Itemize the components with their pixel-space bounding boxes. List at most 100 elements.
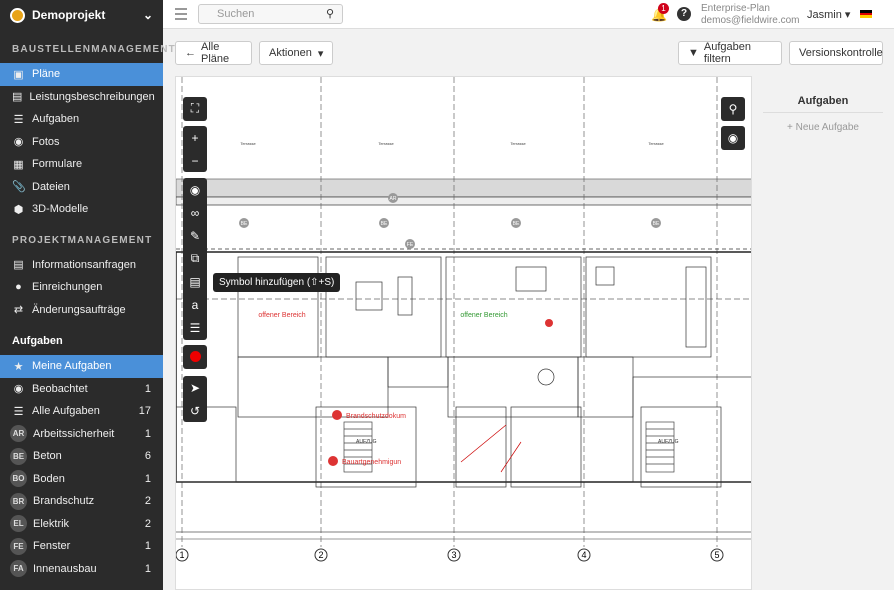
category-badge: EL: [10, 515, 27, 533]
copy-icon[interactable]: ⧉: [183, 247, 207, 270]
text-icon[interactable]: a: [183, 293, 207, 316]
new-task-button[interactable]: + Neue Aufgabe: [763, 113, 883, 133]
filter-tasks-button[interactable]: ▼ Aufgaben filtern: [678, 41, 782, 65]
sidebar-item-label: Dateien: [32, 180, 70, 193]
plan-canvas[interactable]: 1 2 3 4 5 Terrasse Terrasse Terrasse Ter…: [175, 76, 752, 590]
search-input[interactable]: Suchen ⚲: [198, 4, 343, 24]
sidebar-item[interactable]: ▤ Leistungsbeschreibungen: [0, 86, 163, 109]
camera-marker-icon[interactable]: [545, 319, 553, 327]
category-count: 2: [144, 517, 151, 530]
draw-tools: ◉ ∞ ✎ ⧉ ▤ a ☰: [183, 178, 207, 340]
zoom-out-icon[interactable]: −: [183, 149, 207, 172]
german-flag-icon[interactable]: [860, 10, 872, 18]
version-control-button[interactable]: Versionskontrolle: [789, 41, 883, 65]
section-baustellenmanagement: BAUSTELLENMANAGEMENT: [12, 44, 176, 55]
sidebar-item[interactable]: ▤ Informationsanfragen: [0, 254, 163, 277]
task-marker-icon[interactable]: [332, 410, 342, 420]
axis-label: 2: [318, 550, 323, 560]
pin-icon[interactable]: ◉: [183, 178, 207, 201]
user-email: demos@fieldwire.com: [701, 15, 800, 26]
axis-label: 4: [581, 550, 586, 560]
category-item[interactable]: BO Boden 1: [0, 468, 163, 491]
category-item[interactable]: FA Innenausbau 1: [0, 558, 163, 581]
zoom-in-icon[interactable]: +: [183, 126, 207, 149]
search-plan-icon[interactable]: ⚲: [721, 97, 745, 121]
category-count: 2: [144, 495, 151, 508]
ruler-icon[interactable]: ☰: [183, 316, 207, 339]
annotation-offener-bereich[interactable]: offener Bereich: [258, 312, 305, 319]
category-item[interactable]: BE Beton 6: [0, 445, 163, 468]
fullscreen-icon[interactable]: ⛶: [183, 97, 207, 120]
annotation-brandschutz[interactable]: Brandschutzdokum: [346, 413, 406, 420]
svg-text:BE: BE: [381, 221, 388, 227]
document-icon: ▤: [12, 91, 23, 104]
link-icon[interactable]: ∞: [183, 201, 207, 224]
fullscreen-tool[interactable]: ⛶: [183, 97, 207, 121]
sidebar-item[interactable]: ▣ Pläne: [0, 63, 163, 86]
hamburger-menu-icon[interactable]: [175, 8, 187, 23]
top-bar: Suchen ⚲ 🔔 1 ? Enterprise-Plan demos@fie…: [163, 0, 894, 29]
eye-icon: ◉: [13, 383, 24, 396]
sidebar-item[interactable]: ☰ Aufgaben: [0, 108, 163, 131]
pencil-icon[interactable]: ✎: [183, 224, 207, 247]
category-badge: BO: [10, 470, 27, 488]
actions-button[interactable]: Aktionen ▾: [259, 41, 333, 65]
annotation-bauartgenehmigung[interactable]: Bauartgenehmigun: [342, 459, 401, 466]
sidebar: Demoprojekt ⌄ BAUSTELLENMANAGEMENT ▣ Plän…: [0, 0, 176, 590]
sidebar-item[interactable]: ◉ Fotos: [0, 131, 163, 154]
undo-icon[interactable]: ↺: [183, 399, 207, 422]
cursor-icon[interactable]: ➤: [183, 376, 207, 399]
eye-icon[interactable]: ◉: [721, 126, 745, 150]
paperclip-icon: 📎: [12, 181, 26, 194]
sidebar-item[interactable]: ⬢ 3D-Modelle: [0, 198, 163, 221]
project-switcher[interactable]: Demoprojekt ⌄: [0, 0, 163, 30]
sidebar-item[interactable]: ★ Meine Aufgaben: [0, 355, 163, 378]
project-name: Demoprojekt: [32, 8, 106, 22]
sidebar-item-label: Meine Aufgaben: [32, 360, 112, 373]
category-label: Beton: [33, 450, 62, 463]
svg-text:AR: AR: [390, 196, 397, 202]
sidebar-item-label: Formulare: [32, 158, 83, 171]
category-item[interactable]: AR Arbeitssicherheit 1: [0, 423, 163, 446]
sidebar-item-label: Änderungsaufträge: [32, 303, 126, 316]
sidebar-item[interactable]: ● Einreichungen: [0, 276, 163, 299]
task-count: 1: [144, 382, 151, 395]
sidebar-item[interactable]: ◉ Beobachtet 1: [0, 378, 163, 401]
caret-down-icon: ▾: [317, 47, 324, 60]
all-plans-button[interactable]: ← Alle Pläne: [175, 41, 252, 65]
filter-icon: ▼: [688, 47, 699, 59]
svg-text:FE: FE: [407, 242, 414, 248]
axis-label: 3: [451, 550, 456, 560]
record-tool[interactable]: [183, 345, 207, 369]
section-projektmanagement: PROJEKTMANAGEMENT: [12, 234, 153, 246]
annotation-offener-bereich[interactable]: offener Bereich: [460, 312, 507, 319]
sidebar-item[interactable]: 📎 Dateien: [0, 176, 163, 199]
category-item[interactable]: BR Brandschutz 2: [0, 490, 163, 513]
help-icon[interactable]: ?: [677, 7, 691, 21]
section-aufgaben: Aufgaben: [12, 335, 63, 347]
list-icon: ☰: [13, 405, 24, 418]
sidebar-item-label: Alle Aufgaben: [32, 405, 100, 418]
sidebar-item-label: Fotos: [32, 135, 60, 148]
category-count: 1: [144, 562, 151, 575]
user-menu[interactable]: Jasmin ▾: [807, 8, 850, 21]
sidebar-item[interactable]: ⇄ Änderungsaufträge: [0, 299, 163, 322]
task-marker-icon[interactable]: [328, 456, 338, 466]
sidebar-item-label: Pläne: [32, 68, 61, 81]
category-item[interactable]: FE Fenster 1: [0, 535, 163, 558]
category-item[interactable]: EL Elektrik 2: [0, 513, 163, 536]
category-label: Brandschutz: [33, 495, 95, 508]
floor-plan-drawing: 1 2 3 4 5 Terrasse Terrasse Terrasse Ter…: [176, 77, 751, 562]
elevator-label: AUFZUG: [356, 439, 377, 445]
record-icon[interactable]: [189, 351, 201, 362]
table-icon: ▦: [13, 158, 24, 171]
terrace-label: Terrasse: [648, 141, 664, 146]
sidebar-item[interactable]: ▦ Formulare: [0, 153, 163, 176]
sidebar-item[interactable]: ☰ Alle Aufgaben 17: [0, 400, 163, 423]
category-label: Elektrik: [33, 517, 70, 530]
select-tools: ➤ ↺: [183, 376, 207, 422]
category-label: Arbeitssicherheit: [33, 427, 115, 440]
axis-label: 1: [179, 550, 184, 560]
notification-bell-icon[interactable]: 🔔 1: [651, 3, 669, 23]
symbol-icon[interactable]: ▤: [183, 270, 207, 293]
